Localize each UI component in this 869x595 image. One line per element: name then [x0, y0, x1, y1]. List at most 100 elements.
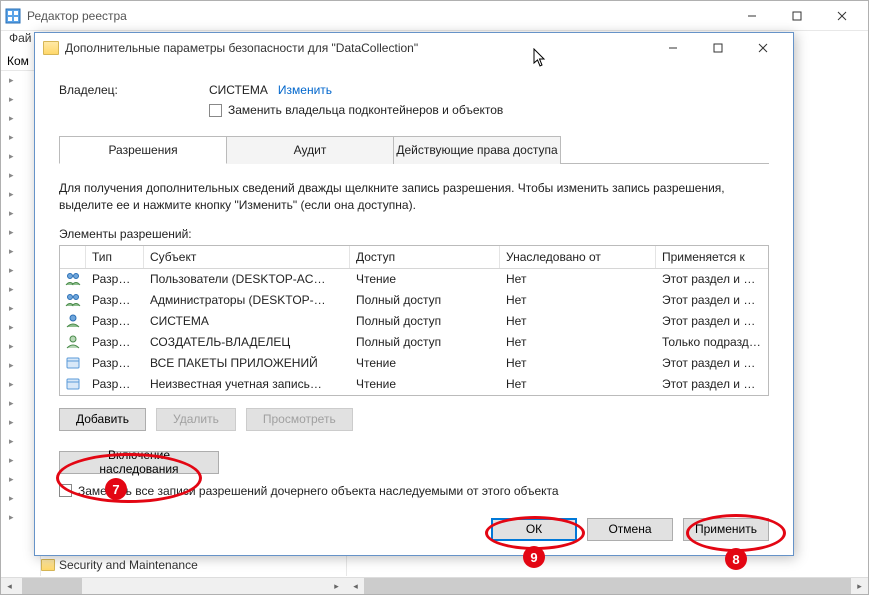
table-row[interactable]: Разр…Неизвестная учетная запись…ЧтениеНе…: [60, 374, 768, 395]
scroll-right-button[interactable]: ▸: [328, 578, 345, 594]
cell-subject: ВСЕ ПАКЕТЫ ПРИЛОЖЕНИЙ: [144, 356, 350, 370]
chevron-right-icon: ▸: [9, 284, 14, 295]
cell-subject: Неизвестная учетная запись…: [144, 377, 350, 391]
chevron-right-icon: ▸: [9, 265, 14, 276]
tab-audit[interactable]: Аудит: [226, 136, 394, 164]
permission-icon: [60, 272, 86, 286]
apply-button[interactable]: Применить: [683, 518, 769, 541]
chevron-right-icon: ▸: [9, 379, 14, 390]
cell-inherited: Нет: [500, 314, 656, 328]
checkbox-icon: [59, 484, 72, 497]
chevron-right-icon: ▸: [9, 303, 14, 314]
table-row[interactable]: Разр…СИСТЕМАПолный доступНетЭтот раздел …: [60, 311, 768, 332]
scroll-left-button[interactable]: ◂: [1, 578, 18, 594]
ok-button[interactable]: ОК: [491, 518, 577, 541]
chevron-right-icon: ▸: [9, 170, 14, 181]
folder-icon: [41, 559, 55, 571]
cell-access: Полный доступ: [350, 335, 500, 349]
table-row[interactable]: Разр…Администраторы (DESKTOP-…Полный дос…: [60, 290, 768, 311]
tabs: Разрешения Аудит Действующие права досту…: [59, 135, 769, 164]
remove-button[interactable]: Удалить: [156, 408, 236, 431]
cell-access: Чтение: [350, 377, 500, 391]
col-subject[interactable]: Субъект: [144, 246, 350, 268]
tree-item[interactable]: Security and Maintenance: [41, 556, 198, 574]
table-row[interactable]: Разр…Пользователи (DESKTOP-AC…ЧтениеНетЭ…: [60, 269, 768, 290]
permission-icon: [60, 314, 86, 328]
table-row[interactable]: Разр…СОЗДАТЕЛЬ-ВЛАДЕЛЕЦПолный доступНетТ…: [60, 332, 768, 353]
cell-access: Чтение: [350, 356, 500, 370]
permission-icon: [60, 293, 86, 307]
cell-subject: СОЗДАТЕЛЬ-ВЛАДЕЛЕЦ: [144, 335, 350, 349]
chevron-right-icon: ▸: [9, 512, 14, 523]
cell-applies: Этот раздел и его подразделы: [656, 377, 768, 391]
cell-type: Разр…: [86, 335, 144, 349]
col-applies[interactable]: Применяется к: [656, 246, 768, 268]
cell-inherited: Нет: [500, 293, 656, 307]
permission-icon: [60, 356, 86, 370]
chevron-right-icon: ▸: [9, 75, 14, 86]
cell-access: Полный доступ: [350, 293, 500, 307]
scroll-left-button[interactable]: ◂: [347, 578, 364, 594]
chevron-right-icon: ▸: [9, 341, 14, 352]
dialog-minimize-button[interactable]: [650, 34, 695, 63]
chevron-right-icon: ▸: [9, 208, 14, 219]
replace-child-label: Заменить все записи разрешений дочернего…: [78, 484, 559, 498]
change-owner-link[interactable]: Изменить: [278, 83, 332, 97]
chevron-right-icon: ▸: [9, 417, 14, 428]
info-text: Для получения дополнительных сведений дв…: [59, 180, 769, 215]
chevron-right-icon: ▸: [9, 474, 14, 485]
cell-inherited: Нет: [500, 377, 656, 391]
dialog-titlebar: Дополнительные параметры безопасности дл…: [35, 33, 793, 63]
replace-owner-checkbox[interactable]: Заменить владельца подконтейнеров и объе…: [209, 103, 503, 117]
parent-minimize-button[interactable]: [729, 1, 774, 30]
cell-applies: Только подразделы: [656, 335, 768, 349]
cell-applies: Этот раздел и его подразделы: [656, 356, 768, 370]
permission-icon: [60, 335, 86, 349]
replace-child-checkbox[interactable]: Заменить все записи разрешений дочернего…: [59, 484, 769, 498]
replace-owner-label: Заменить владельца подконтейнеров и объе…: [228, 103, 503, 117]
col-access[interactable]: Доступ: [350, 246, 500, 268]
menu-file[interactable]: Фай: [9, 31, 32, 51]
enable-inheritance-button[interactable]: Включение наследования: [59, 451, 219, 474]
cell-applies: Этот раздел и его подразделы: [656, 272, 768, 286]
cell-type: Разр…: [86, 356, 144, 370]
parent-maximize-button[interactable]: [774, 1, 819, 30]
add-button[interactable]: Добавить: [59, 408, 146, 431]
parent-titlebar: Редактор реестра: [1, 1, 868, 31]
chevron-right-icon: ▸: [9, 246, 14, 257]
chevron-right-icon: ▸: [9, 189, 14, 200]
cell-type: Разр…: [86, 293, 144, 307]
cell-access: Чтение: [350, 272, 500, 286]
chevron-right-icon: ▸: [9, 398, 14, 409]
cancel-button[interactable]: Отмена: [587, 518, 673, 541]
cell-access: Полный доступ: [350, 314, 500, 328]
chevron-right-icon: ▸: [9, 132, 14, 143]
col-type[interactable]: Тип: [86, 246, 144, 268]
cell-applies: Этот раздел и его подразделы: [656, 314, 768, 328]
permission-entries-grid[interactable]: Тип Субъект Доступ Унаследовано от Приме…: [59, 245, 769, 396]
tab-permissions[interactable]: Разрешения: [59, 136, 227, 164]
scroll-right-button[interactable]: ▸: [851, 578, 868, 594]
owner-label: Владелец:: [59, 83, 209, 97]
checkbox-icon: [209, 104, 222, 117]
chevron-right-icon: ▸: [9, 113, 14, 124]
parent-close-button[interactable]: [819, 1, 864, 30]
dialog-maximize-button[interactable]: [695, 34, 740, 63]
permission-entries-label: Элементы разрешений:: [59, 227, 769, 241]
chevron-right-icon: ▸: [9, 151, 14, 162]
view-button[interactable]: Просмотреть: [246, 408, 353, 431]
dialog-title: Дополнительные параметры безопасности дл…: [65, 41, 650, 55]
folder-icon: [43, 41, 59, 55]
grid-header: Тип Субъект Доступ Унаследовано от Приме…: [60, 246, 768, 269]
dialog-close-button[interactable]: [740, 34, 785, 63]
table-row[interactable]: Разр…ВСЕ ПАКЕТЫ ПРИЛОЖЕНИЙЧтениеНетЭтот …: [60, 353, 768, 374]
cell-inherited: Нет: [500, 335, 656, 349]
chevron-right-icon: ▸: [9, 322, 14, 333]
col-inherited[interactable]: Унаследовано от: [500, 246, 656, 268]
permission-icon: [60, 377, 86, 391]
scrollbar-horizontal[interactable]: ◂ ▸ ◂ ▸: [1, 577, 868, 594]
owner-value: СИСТЕМА: [209, 83, 268, 97]
chevron-right-icon: ▸: [9, 360, 14, 371]
tab-effective-access[interactable]: Действующие права доступа: [393, 136, 561, 164]
chevron-right-icon: ▸: [9, 436, 14, 447]
